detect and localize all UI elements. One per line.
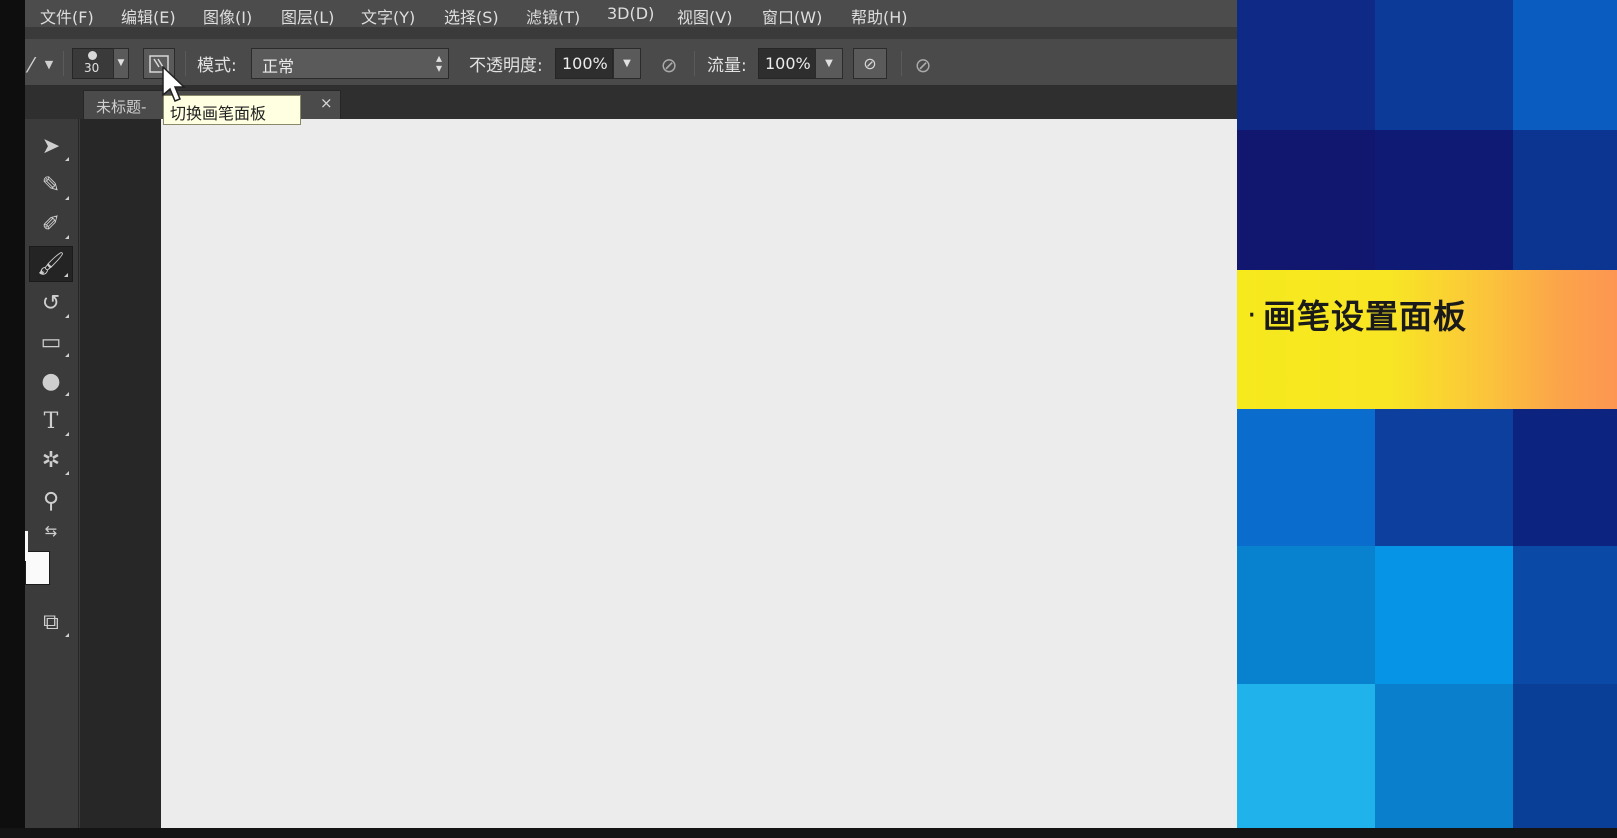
custom-shape-icon[interactable]: ✲ [29,443,73,479]
slide-tile [1513,130,1617,270]
brush-size-value: 30 [84,61,100,75]
menu-select[interactable]: 选择(S) [444,4,499,28]
menu-3d[interactable]: 3D(D) [607,4,654,23]
slide-tile [1237,546,1375,684]
slide-panel: · 画笔设置面板 [1237,0,1617,838]
document-canvas[interactable] [161,119,1238,828]
brush-size-picker[interactable]: 30 [72,48,114,79]
gradient-icon[interactable]: ▭ [29,325,73,361]
slide-tile [1375,409,1513,546]
separator [901,51,902,76]
mouse-cursor-icon [162,66,186,102]
slide-tile [1375,0,1513,130]
menu-edit[interactable]: 编辑(E) [121,4,176,28]
screen-mode-icon[interactable]: ⧉ [29,605,73,641]
flow-value: 100% [765,54,811,73]
airbrush-button[interactable]: ⊘ [853,48,887,79]
text-icon[interactable]: T [29,404,73,440]
menu-help[interactable]: 帮助(H) [851,4,908,28]
flow-field[interactable]: 100% [758,48,816,79]
mode-value: 正常 [262,57,295,76]
pressure-size-icon[interactable]: ⊘ [909,51,937,79]
menu-image[interactable]: 图像(I) [203,4,252,28]
options-bar: ⁄ ▼ 30 ▼ 模式: 正常 ▴ ▾ 不透明度: 100% ▼ ⊘ 流量: 1… [25,38,1237,86]
menu-view[interactable]: 视图(V) [677,4,732,28]
close-icon[interactable]: × [320,94,333,112]
zoom-icon[interactable]: ⚲ [29,484,73,520]
background-color-swatch[interactable] [25,551,50,585]
separator [63,51,64,76]
foreground-color-swatch[interactable] [25,531,28,561]
menu-window[interactable]: 窗口(W) [762,4,822,28]
quick-select-icon[interactable]: ✎ [29,168,73,204]
brush-size-dropdown[interactable]: ▼ [113,48,129,79]
slide-tile [1513,546,1617,684]
brush-icon[interactable]: 🖌︎ [29,246,73,282]
slide-tile [1237,684,1375,838]
select-arrows-icon: ▴ ▾ [435,51,442,75]
preset-dropdown-icon[interactable]: ▼ [35,51,63,79]
move-icon[interactable]: ➤ [29,129,73,165]
menu-filter[interactable]: 滤镜(T) [526,4,580,28]
history-brush-icon[interactable]: ↺ [29,286,73,322]
dodge-icon[interactable]: ● [29,364,73,400]
opacity-label: 不透明度: [469,56,543,76]
flow-label: 流量: [707,56,747,76]
pressure-opacity-icon[interactable]: ⊘ [655,51,683,79]
slide-title-banner: · 画笔设置面板 [1237,270,1617,409]
slide-tile [1237,0,1375,130]
opacity-value: 100% [562,54,608,73]
menu-layer[interactable]: 图层(L) [281,4,334,28]
flow-dropdown[interactable]: ▼ [815,48,843,79]
menu-file[interactable]: 文件(F) [40,4,94,28]
slide-tile [1375,130,1513,270]
menu-type[interactable]: 文字(Y) [361,4,415,28]
slide-tile [1375,546,1513,684]
slide-tile [1375,684,1513,838]
tools-panel: ➤ ✎ ✐ 🖌︎ ↺ ▭ ● T ✲ ⚲ ⇆ ⧉ [25,119,79,828]
mode-select[interactable]: 正常 ▴ ▾ [251,48,449,79]
screen: 文件(F) 编辑(E) 图像(I) 图层(L) 文字(Y) 选择(S) 滤镜(T… [0,0,1617,838]
brush-tip-icon [88,51,97,60]
separator [694,51,695,76]
opacity-dropdown[interactable]: ▼ [613,48,641,79]
slide-tile [1237,409,1375,546]
eyedropper-icon[interactable]: ✐ [29,207,73,243]
mode-label: 模式: [197,56,237,76]
bottom-edge [0,828,1617,838]
slide-tile [1237,130,1375,270]
swap-colors-icon[interactable]: ⇆ [29,519,73,543]
slide-tile [1513,409,1617,546]
opacity-field[interactable]: 100% [555,48,613,79]
bullet-point: · [1247,298,1257,333]
slide-tile [1513,684,1617,838]
slide-title: 画笔设置面板 [1263,297,1467,336]
document-tab-title: 未标题- [96,98,147,116]
menu-bar: 文件(F) 编辑(E) 图像(I) 图层(L) 文字(Y) 选择(S) 滤镜(T… [25,0,1237,27]
slide-tile [1513,0,1617,130]
